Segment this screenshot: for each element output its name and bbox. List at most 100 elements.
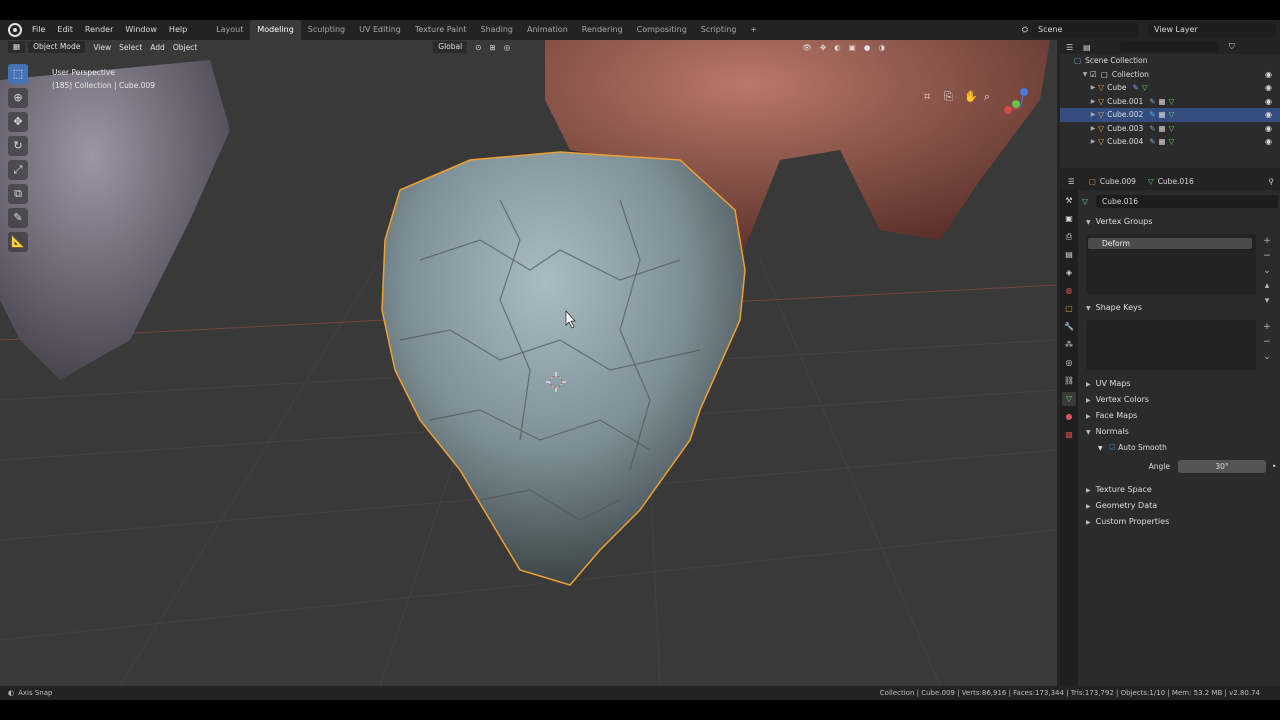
- eye-icon[interactable]: ◉: [1265, 110, 1272, 119]
- blender-logo-icon[interactable]: [8, 23, 22, 37]
- view-layer-selector[interactable]: View Layer: [1148, 23, 1276, 37]
- orientation-selector[interactable]: Global: [433, 41, 468, 53]
- measure-tool-icon[interactable]: 📐: [8, 232, 28, 252]
- expand-icon[interactable]: ▼: [1080, 71, 1090, 78]
- vertex-group-item[interactable]: Deform: [1088, 238, 1252, 249]
- scene-selector[interactable]: ⛭ Scene: [1018, 23, 1138, 37]
- normals-panel-header[interactable]: ▼ Normals: [1082, 424, 1278, 440]
- tab-texture-paint[interactable]: Texture Paint: [408, 20, 474, 40]
- chevron-down-icon[interactable]: ⌄: [1260, 350, 1274, 365]
- tool-tab-icon[interactable]: ⚒: [1062, 194, 1076, 208]
- menu-help[interactable]: Help: [163, 20, 193, 40]
- gizmo-icon[interactable]: ✥: [820, 43, 826, 52]
- xray-icon[interactable]: ▣: [849, 43, 856, 52]
- add-icon[interactable]: +: [1260, 320, 1274, 335]
- outliner-row-cube-003[interactable]: ▶ ▽ Cube.003 ✎ ▦ ▽ ◉: [1060, 122, 1280, 136]
- shape-keys-panel-header[interactable]: ▼ Shape Keys: [1082, 300, 1278, 316]
- outliner-search-input[interactable]: [1118, 41, 1219, 53]
- properties-editor-icon[interactable]: ☰: [1068, 177, 1075, 186]
- particles-tab-icon[interactable]: ⁂: [1062, 338, 1076, 352]
- menu-object[interactable]: Object: [173, 43, 197, 52]
- object-tab-icon[interactable]: ▢: [1062, 302, 1076, 316]
- vertex-colors-panel-header[interactable]: ▶ Vertex Colors: [1082, 392, 1278, 408]
- outliner-row-scene-collection[interactable]: ▢ Scene Collection: [1060, 54, 1280, 68]
- overlay-icon[interactable]: ◐: [834, 43, 841, 52]
- tab-uv-editing[interactable]: UV Editing: [352, 20, 408, 40]
- chevron-down-icon[interactable]: ⌄: [1260, 264, 1274, 279]
- select-box-tool-icon[interactable]: ⬚: [8, 64, 28, 84]
- menu-edit[interactable]: Edit: [51, 20, 79, 40]
- visibility-icon[interactable]: 👁: [802, 43, 812, 52]
- navigation-gizmo[interactable]: ⌗ ⎘ ✋ ⌕: [920, 64, 1050, 124]
- pivot-icon[interactable]: ⊙: [475, 43, 481, 52]
- menu-view[interactable]: View: [93, 43, 111, 52]
- expand-icon[interactable]: ▶: [1088, 138, 1098, 145]
- auto-smooth-checkbox-icon[interactable]: ☑: [1109, 443, 1116, 452]
- modifier-tab-icon[interactable]: 🔧: [1062, 320, 1076, 334]
- move-down-icon[interactable]: ▾: [1260, 294, 1274, 309]
- keyframe-dot-icon[interactable]: •: [1272, 462, 1276, 471]
- eye-icon[interactable]: ◉: [1265, 97, 1272, 106]
- proportional-edit-icon[interactable]: ◎: [504, 43, 511, 52]
- menu-render[interactable]: Render: [79, 20, 119, 40]
- texture-space-panel-header[interactable]: ▶ Texture Space: [1082, 482, 1278, 498]
- render-tab-icon[interactable]: ▣: [1062, 212, 1076, 226]
- custom-properties-panel-header[interactable]: ▶ Custom Properties: [1082, 514, 1278, 530]
- menu-file[interactable]: File: [26, 20, 51, 40]
- tab-rendering[interactable]: Rendering: [575, 20, 630, 40]
- move-tool-icon[interactable]: ✥: [8, 112, 28, 132]
- tab-shading[interactable]: Shading: [473, 20, 520, 40]
- outliner-row-cube-004[interactable]: ▶ ▽ Cube.004 ✎ ▦ ▽ ◉: [1060, 135, 1280, 149]
- data-tab-icon[interactable]: ▽: [1062, 392, 1076, 406]
- eye-icon[interactable]: ◉: [1265, 124, 1272, 133]
- vertex-groups-panel-header[interactable]: ▼ Vertex Groups: [1082, 214, 1278, 230]
- shading-material-icon[interactable]: ◑: [878, 43, 885, 52]
- editor-type-icon[interactable]: ▦: [8, 41, 26, 53]
- view-layer-tab-icon[interactable]: ▤: [1062, 248, 1076, 262]
- tab-scripting[interactable]: Scripting: [694, 20, 744, 40]
- tab-modeling[interactable]: Modeling: [250, 20, 301, 40]
- outliner-row-cube-002[interactable]: ▶ ▽ Cube.002 ✎ ▦ ▽ ◉: [1060, 108, 1280, 122]
- physics-tab-icon[interactable]: ◎: [1062, 356, 1076, 370]
- material-tab-icon[interactable]: ●: [1062, 410, 1076, 424]
- mesh-datablock-field[interactable]: Cube.016: [1096, 194, 1278, 208]
- outliner-row-cube[interactable]: ▶ ▽ Cube ✎ ▽ ◉: [1060, 81, 1280, 95]
- expand-icon[interactable]: ▶: [1088, 84, 1098, 91]
- outliner-editor-icon[interactable]: ☰: [1066, 43, 1073, 52]
- mode-selector[interactable]: Object Mode: [28, 41, 86, 53]
- expand-icon[interactable]: ▶: [1088, 98, 1098, 105]
- scene-tab-icon[interactable]: ◈: [1062, 266, 1076, 280]
- eye-icon[interactable]: ◉: [1265, 137, 1272, 146]
- auto-smooth-row[interactable]: ▼ ☑ Auto Smooth: [1082, 440, 1278, 456]
- shading-solid-icon[interactable]: ●: [864, 43, 871, 52]
- 3d-viewport[interactable]: ▦ Object Mode View Select Add Object Glo…: [0, 40, 1057, 686]
- constraints-tab-icon[interactable]: ⛓: [1062, 374, 1076, 388]
- geometry-data-panel-header[interactable]: ▶ Geometry Data: [1082, 498, 1278, 514]
- add-icon[interactable]: +: [1260, 234, 1274, 249]
- menu-select[interactable]: Select: [119, 43, 142, 52]
- rotate-tool-icon[interactable]: ↻: [8, 136, 28, 156]
- tab-compositing[interactable]: Compositing: [630, 20, 694, 40]
- menu-add[interactable]: Add: [150, 43, 165, 52]
- outliner-row-cube-001[interactable]: ▶ ▽ Cube.001 ✎ ▦ ▽ ◉: [1060, 95, 1280, 109]
- tab-animation[interactable]: Animation: [520, 20, 575, 40]
- eye-icon[interactable]: ◉: [1265, 83, 1272, 92]
- scale-tool-icon[interactable]: ⤢: [8, 160, 28, 180]
- menu-window[interactable]: Window: [119, 20, 163, 40]
- transform-tool-icon[interactable]: ⧉: [8, 184, 28, 204]
- vertex-groups-list[interactable]: Deform + − ⌄ ▴ ▾: [1086, 234, 1271, 306]
- face-maps-panel-header[interactable]: ▶ Face Maps: [1082, 408, 1278, 424]
- tab-layout[interactable]: Layout: [209, 20, 250, 40]
- shape-keys-list[interactable]: + − ⌄: [1086, 320, 1271, 370]
- snap-icon[interactable]: ⊞: [490, 43, 496, 52]
- uv-maps-panel-header[interactable]: ▶ UV Maps: [1082, 376, 1278, 392]
- remove-icon[interactable]: −: [1260, 249, 1274, 264]
- view-layer-field[interactable]: View Layer: [1148, 23, 1276, 37]
- eye-icon[interactable]: ◉: [1265, 70, 1272, 79]
- scene-field[interactable]: Scene: [1032, 23, 1138, 37]
- texture-tab-icon[interactable]: ▩: [1062, 428, 1076, 442]
- move-up-icon[interactable]: ▴: [1260, 279, 1274, 294]
- angle-field[interactable]: 30°: [1178, 459, 1266, 473]
- world-tab-icon[interactable]: ◍: [1062, 284, 1076, 298]
- selected-rock-object[interactable]: [381, 151, 746, 586]
